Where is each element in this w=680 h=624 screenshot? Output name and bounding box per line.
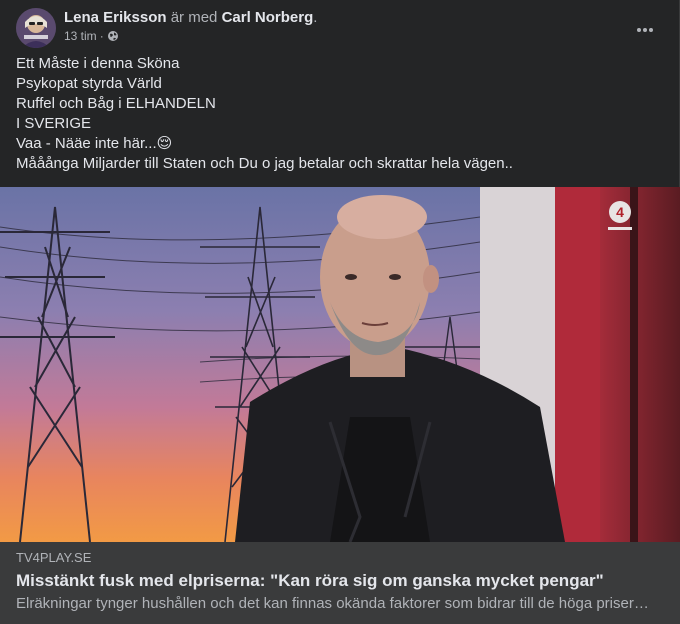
post-message: Ett Måste i denna Sköna Psykopat styrda … — [16, 54, 663, 174]
globe-icon — [107, 30, 119, 42]
link-domain: TV4PLAY.SE — [16, 550, 92, 565]
link-preview-image[interactable]: 4 — [0, 187, 680, 542]
feed-post: Lena Eriksson är med Carl Norberg. 13 ti… — [0, 0, 680, 624]
post-line: Mååånga Miljarder till Staten och Du o j… — [16, 155, 513, 172]
post-timestamp[interactable]: 13 tim — [64, 28, 97, 44]
post-line: Ruffel och Båg i ELHANDELN — [16, 95, 216, 112]
post-line: Ett Måste i denna Sköna — [16, 55, 180, 72]
author-name[interactable]: Lena Eriksson — [64, 9, 167, 26]
post-author-line: Lena Eriksson är med Carl Norberg. — [64, 8, 317, 28]
more-horizontal-icon — [637, 28, 653, 32]
avatar-image — [16, 8, 56, 48]
post-header: Lena Eriksson är med Carl Norberg. 13 ti… — [16, 8, 663, 48]
news-photo: 4 — [0, 187, 680, 542]
link-description: Elräkningar tynger hushållen och det kan… — [16, 595, 649, 612]
post-line: Psykopat styrda Värld — [16, 75, 162, 92]
post-line: I SVERIGE — [16, 115, 92, 132]
post-meta: 13 tim · — [64, 28, 119, 44]
post-line: Vaa - Nääe inte här...😌 — [16, 135, 173, 152]
with-text: är med — [170, 9, 218, 26]
tagged-person[interactable]: Carl Norberg — [222, 9, 314, 26]
link-title[interactable]: Misstänkt fusk med elpriserna: "Kan röra… — [16, 570, 664, 592]
svg-text:4: 4 — [616, 204, 624, 220]
more-options-button[interactable] — [627, 12, 663, 48]
author-avatar[interactable] — [16, 8, 56, 48]
meta-separator: · — [99, 29, 104, 43]
trailing-dot: . — [313, 9, 318, 26]
link-preview-footer[interactable]: TV4PLAY.SE Misstänkt fusk med elpriserna… — [0, 542, 680, 624]
